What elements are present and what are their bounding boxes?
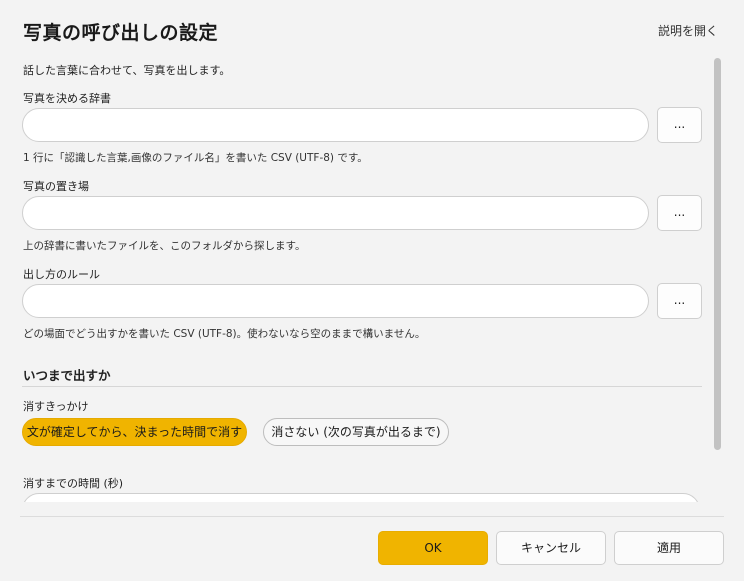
time-input[interactable] — [22, 493, 700, 502]
trigger-label: 消すきっかけ — [23, 400, 89, 413]
rules-browse-button[interactable]: ... — [657, 283, 702, 319]
rules-path-input[interactable] — [22, 284, 649, 318]
dictionary-label: 写真を決める辞書 — [23, 92, 111, 105]
help-link[interactable]: 説明を開く — [658, 22, 718, 39]
option-timed-hide[interactable]: 文が確定してから、決まった時間で消す — [22, 418, 247, 446]
dictionary-hint: 1 行に「認識した言葉,画像のファイル名」を書いた CSV (UTF-8) です… — [23, 152, 368, 164]
dictionary-path-input[interactable] — [22, 108, 649, 142]
dictionary-browse-button[interactable]: ... — [657, 107, 702, 143]
rules-label: 出し方のルール — [23, 268, 100, 281]
scrollbar-thumb[interactable] — [714, 58, 721, 450]
duration-section-heading: いつまで出すか — [23, 368, 111, 383]
folder-label: 写真の置き場 — [23, 180, 89, 193]
ok-button[interactable]: OK — [378, 531, 488, 565]
intro-text: 話した言葉に合わせて、写真を出します。 — [23, 64, 231, 77]
footer-divider — [20, 516, 724, 517]
section-divider — [22, 386, 702, 387]
settings-scroll-area[interactable]: 話した言葉に合わせて、写真を出します。 写真を決める辞書 ... 1 行に「認識… — [0, 50, 712, 502]
rules-hint: どの場面でどう出すかを書いた CSV (UTF-8)。使わないなら空のままで構い… — [23, 328, 426, 340]
option-never-hide[interactable]: 消さない (次の写真が出るまで) — [263, 418, 449, 446]
folder-path-input[interactable] — [22, 196, 649, 230]
cancel-button[interactable]: キャンセル — [496, 531, 606, 565]
dialog-title: 写真の呼び出しの設定 — [23, 22, 219, 44]
time-label: 消すまでの時間 (秒) — [23, 477, 124, 490]
apply-button[interactable]: 適用 — [614, 531, 724, 565]
folder-hint: 上の辞書に書いたファイルを、このフォルダから探します。 — [23, 240, 306, 252]
folder-browse-button[interactable]: ... — [657, 195, 702, 231]
